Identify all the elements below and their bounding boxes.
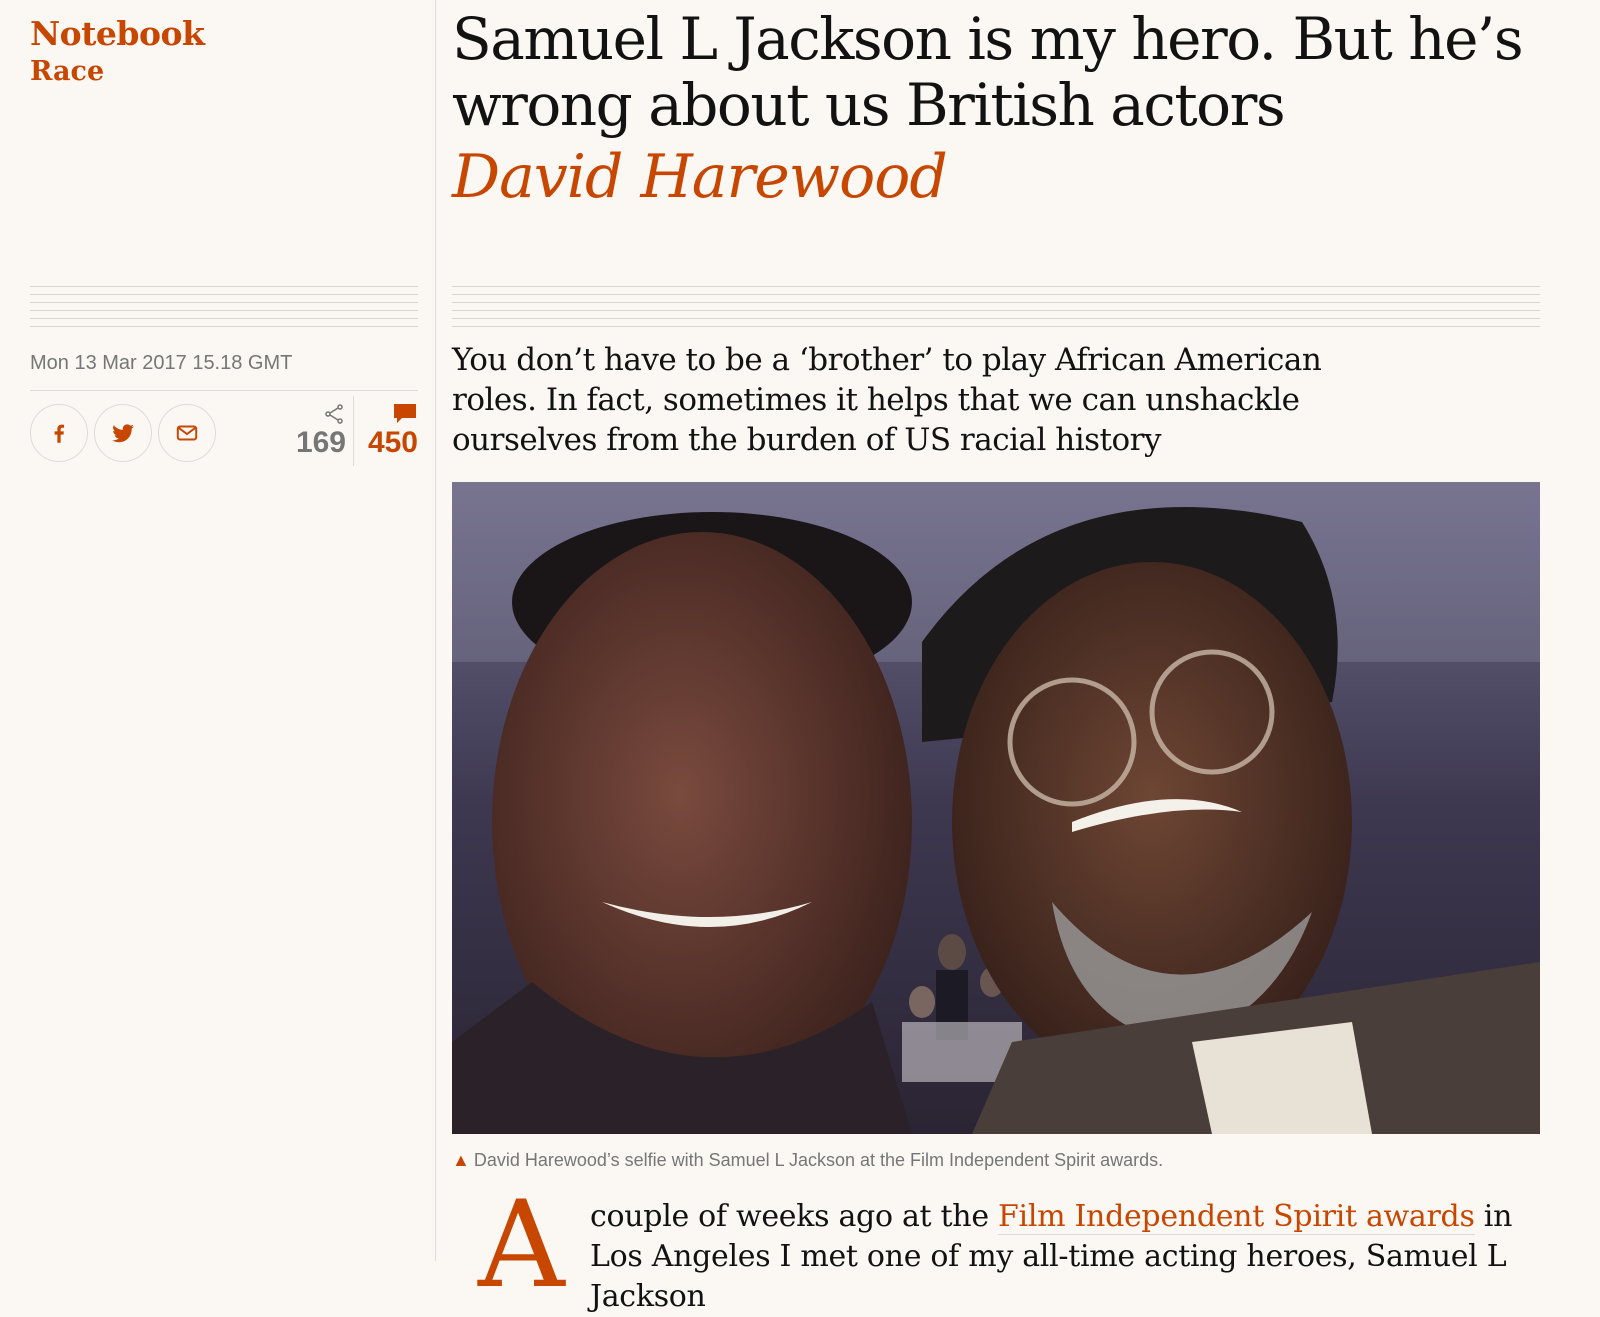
email-icon: [176, 425, 198, 441]
drop-cap: A: [478, 1176, 565, 1315]
decorative-rules: [30, 286, 418, 334]
twitter-icon: [112, 424, 134, 443]
article-meta-column: Notebook Race Mon 13 Mar 2017 15.18 GMT …: [0, 0, 436, 1261]
author-byline[interactable]: David Harewood: [452, 142, 948, 212]
share-icon: [288, 402, 346, 426]
series-link[interactable]: Race: [30, 56, 104, 87]
publication-date: Mon 13 Mar 2017 15.18 GMT: [30, 352, 293, 374]
comment-count-block[interactable]: 450: [356, 402, 418, 460]
comment-icon: [356, 402, 418, 426]
caption-text: David Harewood’s selfie with Samuel L Ja…: [473, 1150, 1164, 1170]
decorative-rules: [452, 286, 1540, 334]
main-article-image[interactable]: [452, 482, 1540, 1134]
image-caption: ▲ David Harewood’s selfie with Samuel L J…: [452, 1150, 1163, 1171]
caption-triangle-icon: ▲: [452, 1150, 470, 1170]
section-title[interactable]: Notebook: [30, 14, 205, 53]
comment-count: 450: [367, 426, 418, 459]
share-twitter-button[interactable]: [94, 404, 152, 462]
divider: [30, 390, 418, 391]
facebook-icon: [54, 424, 65, 443]
share-count-block: 169: [288, 402, 346, 460]
share-facebook-button[interactable]: [30, 404, 88, 462]
share-count: 169: [295, 426, 346, 459]
article-standfirst: You don’t have to be a ‘brother’ to play…: [452, 342, 1322, 458]
divider: [353, 396, 354, 466]
share-email-button[interactable]: [158, 404, 216, 462]
article-body-paragraph: couple of weeks ago at the Film Independ…: [590, 1197, 1550, 1317]
selfie-photo: [452, 482, 1540, 1134]
body-text: couple of weeks ago at the: [590, 1199, 999, 1234]
article-headline: Samuel L Jackson is my hero. But he’s wr…: [452, 5, 1524, 139]
body-link-film-independent-spirit-awards[interactable]: Film Independent Spirit awards: [998, 1199, 1475, 1235]
